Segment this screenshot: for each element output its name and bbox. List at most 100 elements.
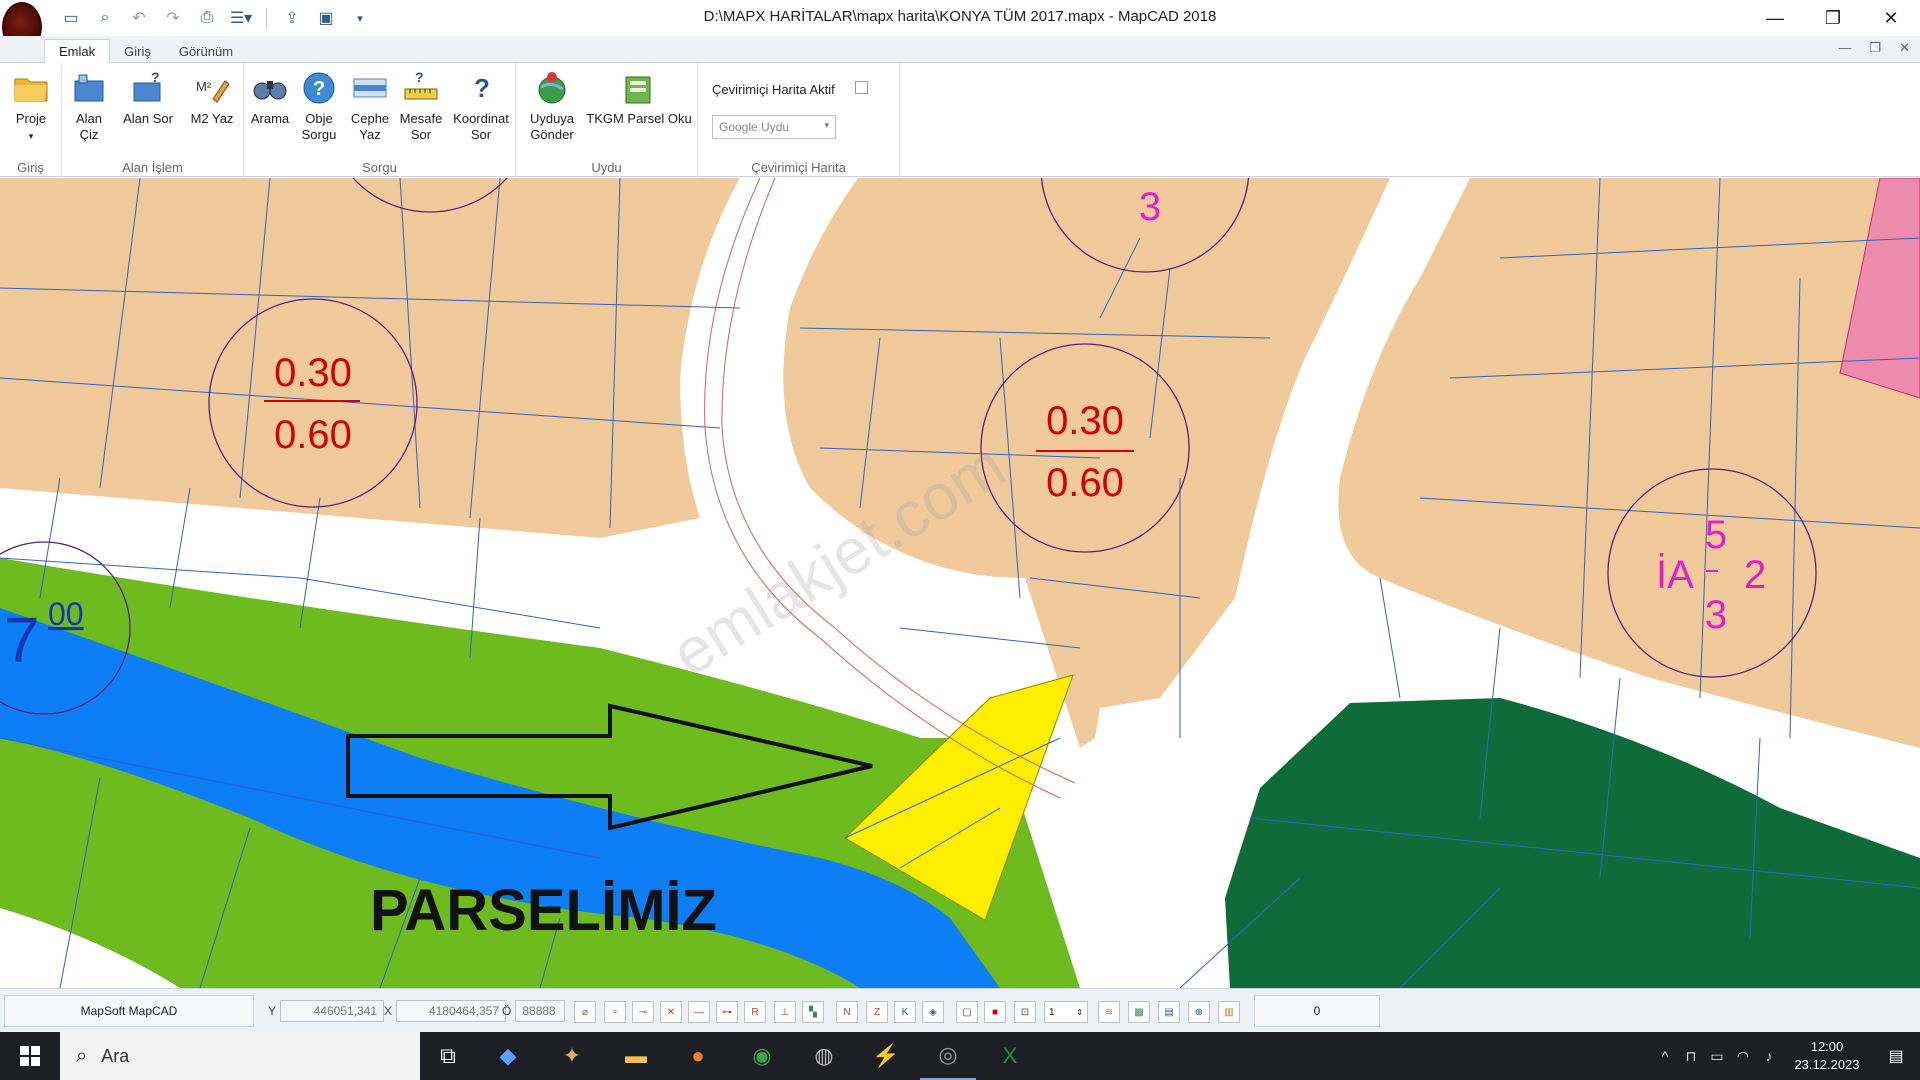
online-map-active-checkbox[interactable] (855, 81, 868, 94)
online-map-provider-select[interactable]: Google Uydu ▾ (712, 115, 836, 139)
y-value: 446051,341 (280, 1000, 385, 1022)
snap-endpoint-icon[interactable]: ⊸ (632, 1001, 654, 1023)
arama-button[interactable]: Arama (248, 69, 292, 127)
k-mode-icon[interactable]: K (894, 1001, 916, 1023)
map-canvas[interactable]: 0.30 0.60 0.30 0.60 3 7 00 5 İA 2 3 emla… (0, 178, 1920, 988)
app-globe-icon[interactable]: ◍ (796, 1032, 852, 1080)
x-value: 4180464,357 (396, 1000, 507, 1022)
ribbon-tabs: Emlak Giriş Görünüm (44, 37, 247, 63)
residential-area-right[interactable] (1338, 178, 1920, 748)
tray-usb-icon[interactable]: ⊓ (1678, 1048, 1704, 1065)
alan-sor-button[interactable]: ? Alan Sor (118, 69, 178, 127)
snap-intersect-icon[interactable]: ✕ (660, 1001, 682, 1023)
alan-ciz-button[interactable]: Alan Çiz (68, 69, 110, 143)
file-explorer-icon[interactable]: ▬ (608, 1032, 664, 1080)
fill-color-icon[interactable]: ■ (984, 1001, 1006, 1023)
document-window-controls: — ❐ ✕ (1838, 40, 1910, 56)
quick-access-toolbar: ▭ ⌕ ↶ ↷ ⎙ ☰▾ ⇪ ▣ ▾ (58, 6, 373, 30)
window-controls: — ❐ ✕ (1746, 0, 1920, 36)
y-coordinate: Y 446051,341 (268, 999, 385, 1023)
excel-icon[interactable]: X (982, 1032, 1038, 1080)
layer-spinner[interactable]: 1 ⇕ (1044, 1001, 1088, 1023)
ia-floor-bottom: 3 (1705, 593, 1727, 637)
coordinate-query-icon: ? (474, 73, 490, 103)
save-icon[interactable]: ▣ (313, 6, 339, 30)
tab-giris[interactable]: Giriş (110, 40, 165, 63)
close-button[interactable]: ✕ (1862, 0, 1920, 36)
north-icon[interactable]: N (836, 1001, 858, 1023)
snap-grid-icon[interactable]: ▚ (802, 1001, 824, 1023)
ruler-query-icon: ? (404, 69, 438, 100)
o-value: 88888 (515, 1000, 566, 1022)
wifi-icon[interactable]: ◠ (1730, 1048, 1756, 1065)
snap-radius-icon[interactable]: R (744, 1001, 766, 1023)
status-counter: 0 (1254, 995, 1380, 1027)
m2-write-icon: M² (196, 79, 230, 103)
snap-midpoint-icon[interactable]: ⊶ (716, 1001, 738, 1023)
tkgm-parcel-icon (625, 76, 651, 104)
snap-point-icon[interactable]: ∘ (604, 1001, 626, 1023)
tkgm-parsel-oku-button[interactable]: TKGM Parsel Oku (586, 69, 692, 127)
koordinat-sor-button[interactable]: ? Koordinat Sor (450, 69, 512, 143)
obje-sorgu-button[interactable]: ? Obje Sorgu (296, 69, 342, 143)
tab-gorunum[interactable]: Görünüm (165, 40, 247, 63)
tab-emlak[interactable]: Emlak (44, 39, 111, 63)
snap-perpendicular-icon[interactable]: ⊥ (774, 1001, 796, 1023)
mapcad-taskbar-icon[interactable]: ◎ (920, 1032, 976, 1080)
globe-icon (538, 72, 566, 104)
ribbon-group-uydu: Uyduya Gönder TKGM Parsel Oku Uydu (516, 63, 698, 177)
tray-expand-icon[interactable]: ^ (1652, 1048, 1678, 1064)
minimize-button[interactable]: — (1746, 0, 1804, 36)
chart-icon[interactable]: ▤ (1158, 1001, 1180, 1023)
taskbar-search[interactable]: ⌕ Ara (60, 1032, 420, 1080)
y-label: Y (268, 1004, 277, 1018)
mesafe-sor-button[interactable]: ? Mesafe Sor (396, 69, 446, 143)
layers-icon[interactable]: ≋ (1098, 1001, 1120, 1023)
residential-area-left[interactable] (0, 178, 740, 538)
notification-icon[interactable]: ▤ (1872, 1046, 1920, 1066)
doc-minimize-icon[interactable]: — (1838, 40, 1851, 56)
z-axis-icon[interactable]: Z (866, 1001, 888, 1023)
map-drawing[interactable]: 0.30 0.60 0.30 0.60 3 7 00 5 İA 2 3 emla… (0, 178, 1920, 988)
battery-icon[interactable]: ▭ (1704, 1048, 1730, 1065)
clipboard-icon[interactable]: ▥ (1218, 1001, 1240, 1023)
forest-area[interactable] (1225, 698, 1920, 988)
ia-floor-right: 2 (1744, 553, 1766, 597)
stamp-icon[interactable]: ⊡ (1014, 1001, 1036, 1023)
floor-label-top: 3 (1139, 185, 1161, 229)
paint-drop-icon[interactable]: ◆ (480, 1032, 536, 1080)
windows-logo-icon (20, 1046, 40, 1066)
x-label: X (384, 1004, 393, 1018)
firefox-icon[interactable]: ● (670, 1032, 726, 1080)
snap-line-icon[interactable]: — (688, 1001, 710, 1023)
chrome-icon[interactable]: ◉ (734, 1032, 790, 1080)
taskbar-clock[interactable]: 12:00 23.12.2023 (1782, 1038, 1872, 1074)
volume-icon[interactable]: ♪ (1756, 1048, 1782, 1064)
list-icon[interactable]: ☰▾ (228, 6, 254, 30)
app-tool-icon[interactable]: ⚡ (858, 1032, 914, 1080)
palette-icon[interactable]: ✦ (544, 1032, 600, 1080)
density-label-left-top: 0.30 (274, 351, 352, 395)
doc-restore-icon[interactable]: ❐ (1869, 40, 1881, 56)
query-area-icon: ? (133, 69, 161, 102)
diamond-icon[interactable]: ◈ (922, 1001, 944, 1023)
windows-start-button[interactable] (0, 1032, 60, 1080)
restore-button[interactable]: ❐ (1804, 0, 1862, 36)
proje-button[interactable]: Proje ▾ (8, 69, 54, 144)
snap-tool-icon[interactable]: ⌀ (574, 1001, 596, 1023)
find-icon[interactable]: ⌕ (92, 6, 118, 30)
image-icon[interactable]: ▩ (1128, 1001, 1150, 1023)
print-icon[interactable]: ⎙ (194, 6, 220, 30)
customize-qat-icon[interactable]: ▾ (347, 6, 373, 30)
redo-icon[interactable]: ↷ (160, 6, 186, 30)
task-view-icon[interactable]: ⧉ (420, 1032, 476, 1080)
doc-close-icon[interactable]: ✕ (1899, 40, 1910, 56)
cephe-yaz-button[interactable]: Cephe Yaz (348, 69, 392, 143)
uyduya-gonder-button[interactable]: Uyduya Gönder (526, 69, 578, 143)
m2-yaz-button[interactable]: M² M2 Yaz (184, 69, 240, 127)
new-file-icon[interactable]: ▭ (58, 6, 84, 30)
export-icon[interactable]: ⇪ (279, 6, 305, 30)
frame-icon[interactable]: ▢ (956, 1001, 978, 1023)
undo-icon[interactable]: ↶ (126, 6, 152, 30)
zoom-icon[interactable]: ⊕ (1188, 1001, 1210, 1023)
